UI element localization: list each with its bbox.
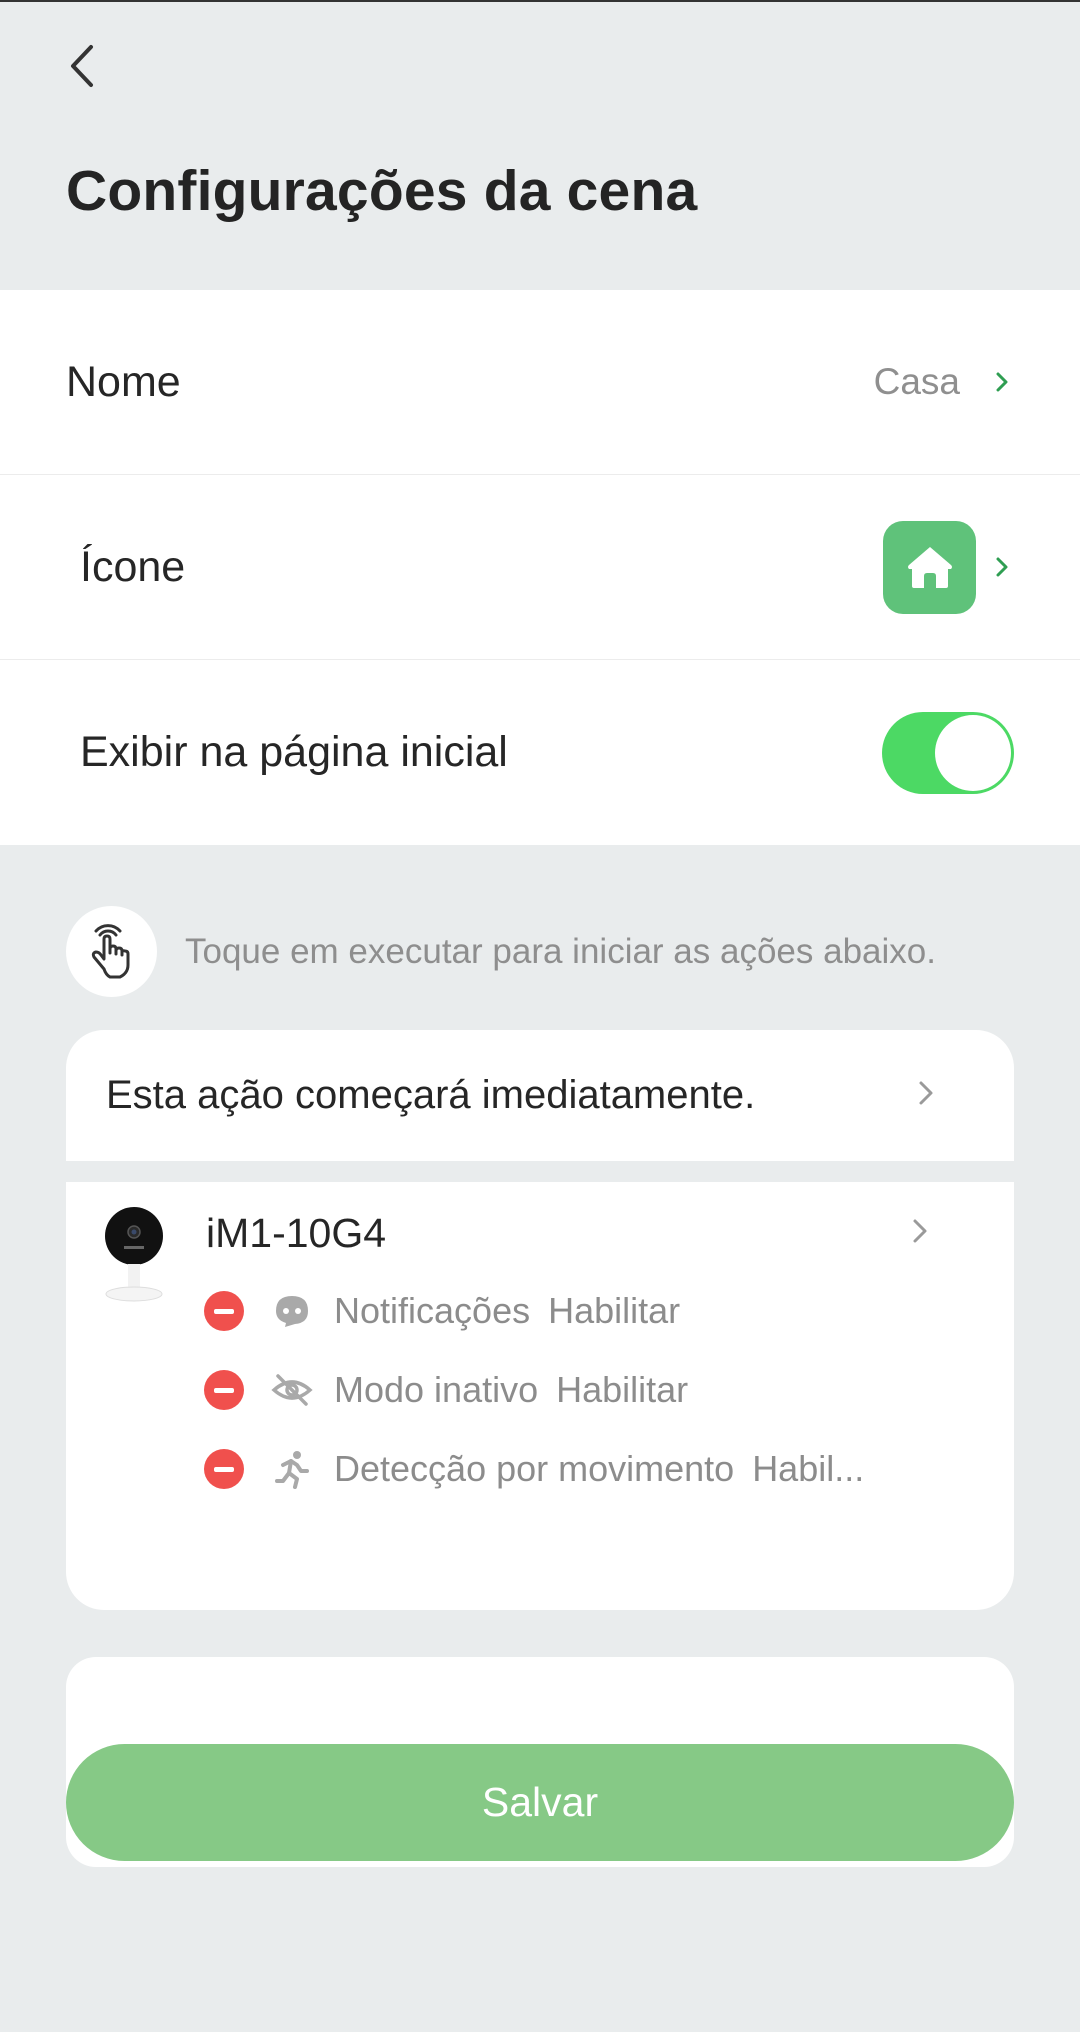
camera-device-image <box>104 1206 168 1302</box>
tap-hand-icon <box>66 906 157 997</box>
name-value-group: Casa <box>874 361 1014 403</box>
name-label: Nome <box>66 357 181 406</box>
show-home-toggle[interactable] <box>882 711 1014 794</box>
action-row-inactive-mode: Modo inativo Habilitar <box>204 1365 688 1415</box>
toggle-knob <box>935 714 1011 791</box>
icon-value-group <box>883 520 1014 614</box>
icon-label: Ícone <box>80 542 186 591</box>
icon-row[interactable]: Ícone <box>0 475 1080 660</box>
remove-action-button[interactable] <box>204 1449 244 1489</box>
remove-action-button[interactable] <box>204 1370 244 1410</box>
chevron-left-icon <box>71 45 93 87</box>
chevron-right-icon <box>918 1080 934 1111</box>
action-row-notifications: Notificações Habilitar <box>204 1286 680 1336</box>
chevron-right-icon <box>990 550 1014 584</box>
back-button[interactable] <box>52 36 112 96</box>
device-name: iM1-10G4 <box>206 1210 387 1256</box>
hint-text: Toque em executar para iniciar as ações … <box>185 931 936 971</box>
page-title: Configurações da cena <box>66 159 698 223</box>
action-value: Habilitar <box>556 1369 689 1410</box>
chevron-right-icon <box>990 365 1014 399</box>
start-immediately-text: Esta ação começará imediatamente. <box>106 1073 756 1117</box>
home-icon <box>883 520 976 614</box>
chevron-right-icon <box>912 1218 928 1249</box>
show-home-row: Exibir na página inicial <box>0 660 1080 845</box>
top-border <box>0 0 1080 2</box>
name-value: Casa <box>873 361 960 402</box>
action-label: Notificações <box>334 1290 531 1331</box>
action-label: Modo inativo <box>334 1369 539 1410</box>
scene-settings-list: Nome Casa Ícone Exibir na página inicial <box>0 290 1080 845</box>
card-divider <box>66 1161 1014 1182</box>
action-row-motion-detection: Detecção por movimento Habil... <box>204 1444 864 1494</box>
show-home-label: Exibir na página inicial <box>80 728 508 776</box>
start-immediately-row[interactable]: Esta ação começará imediatamente. <box>66 1030 1014 1161</box>
device-action-item[interactable]: iM1-10G4 Notificações Habilitar Modo ina… <box>66 1182 1014 1610</box>
run-hint: Toque em executar para iniciar as ações … <box>66 906 936 997</box>
action-label: Detecção por movimento <box>334 1448 735 1489</box>
save-button[interactable]: Salvar <box>66 1744 1014 1861</box>
eye-off-icon <box>270 1368 314 1412</box>
actions-card: Esta ação começará imediatamente. iM1-10… <box>66 1030 1014 1610</box>
action-value: Habilitar <box>548 1290 681 1331</box>
name-row[interactable]: Nome Casa <box>0 290 1080 475</box>
running-person-icon <box>270 1447 314 1491</box>
notification-bubble-icon <box>270 1289 314 1333</box>
remove-action-button[interactable] <box>204 1291 244 1331</box>
action-value: Habil... <box>752 1448 865 1489</box>
